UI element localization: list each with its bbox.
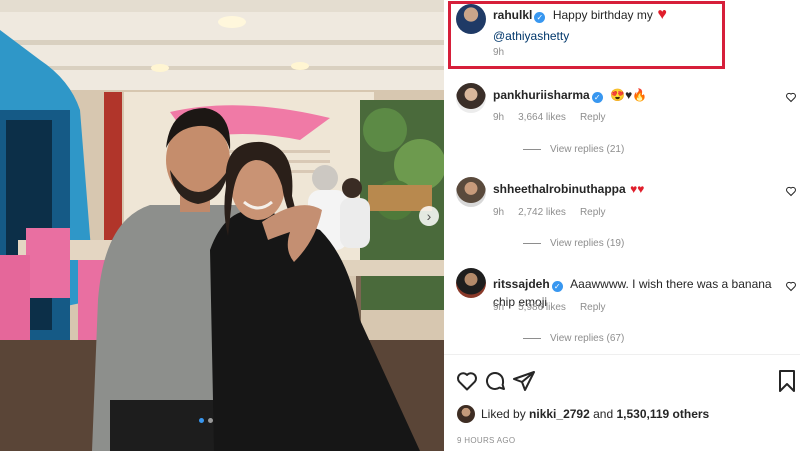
reply-button[interactable]: Reply xyxy=(580,112,606,123)
next-image-button[interactable]: › xyxy=(419,206,439,226)
comment-text: ♥♥ xyxy=(630,182,645,196)
avatar[interactable] xyxy=(457,405,475,423)
comment-likes[interactable]: 2,742 likes xyxy=(518,207,566,218)
verified-badge-icon: ✓ xyxy=(591,92,603,103)
avatar[interactable] xyxy=(456,177,486,207)
reply-button[interactable]: Reply xyxy=(580,207,606,218)
verified-badge-icon: ✓ xyxy=(534,12,546,23)
comment-likes[interactable]: 3,664 likes xyxy=(518,112,566,123)
heart-outline-icon[interactable] xyxy=(785,185,797,197)
mention-link[interactable]: @athiyashetty xyxy=(493,29,569,43)
caption-username[interactable]: rahulkl xyxy=(493,8,532,22)
divider-line xyxy=(523,243,541,244)
carousel-dot-active xyxy=(199,418,204,423)
avatar[interactable] xyxy=(456,268,486,298)
comment-time: 9h xyxy=(493,302,505,313)
chevron-right-icon: › xyxy=(426,208,432,224)
view-replies-label: View replies (21) xyxy=(550,144,625,155)
heart-outline-icon[interactable] xyxy=(455,369,479,393)
divider-line xyxy=(523,149,541,150)
comment-meta: 9h 5,986 likes Reply xyxy=(493,302,606,313)
heart-outline-icon[interactable] xyxy=(785,280,797,292)
comment-meta: 9h 2,742 likes Reply xyxy=(493,207,606,218)
comment-username[interactable]: pankhuriisharma xyxy=(493,88,590,102)
section-divider xyxy=(444,354,800,355)
view-replies-button[interactable]: View replies (21) xyxy=(523,144,624,155)
comment-username[interactable]: ritssajdeh xyxy=(493,277,550,291)
post-photo: › xyxy=(0,0,444,451)
comment-time: 9h xyxy=(493,207,505,218)
comment-likes[interactable]: 5,986 likes xyxy=(518,302,566,313)
comments-panel: rahulkl ✓ Happy birthday my ♥ @athiyashet… xyxy=(444,0,800,451)
heart-emoji: ♥ xyxy=(657,6,667,23)
couple-photo-illustration xyxy=(0,0,444,451)
liked-by-row: Liked by nikki_2792 and 1,530,119 others xyxy=(457,405,709,423)
view-replies-label: View replies (67) xyxy=(550,333,625,344)
comment-text: 😍♥🔥 xyxy=(610,88,648,102)
share-plane-icon[interactable] xyxy=(512,369,536,393)
bookmark-icon[interactable] xyxy=(775,369,799,393)
verified-badge-icon: ✓ xyxy=(551,281,563,292)
caption-text: Happy birthday my xyxy=(552,8,653,22)
post-timestamp: 9 HOURS AGO xyxy=(457,436,516,445)
view-replies-button[interactable]: View replies (19) xyxy=(523,238,624,249)
comment-meta: 9h 3,664 likes Reply xyxy=(493,112,606,123)
liked-by-and: and xyxy=(593,407,614,421)
view-replies-label: View replies (19) xyxy=(550,238,625,249)
caption: rahulkl ✓ Happy birthday my ♥ @athiyashet… xyxy=(493,6,723,45)
liked-by-count[interactable]: 1,530,119 others xyxy=(616,407,709,421)
avatar[interactable] xyxy=(456,4,486,34)
comment-username[interactable]: shheethalrobinuthappa xyxy=(493,182,626,196)
carousel-indicator xyxy=(199,418,213,423)
reply-button[interactable]: Reply xyxy=(580,302,606,313)
avatar[interactable] xyxy=(456,83,486,113)
liked-by-user[interactable]: nikki_2792 xyxy=(529,407,590,421)
divider-line xyxy=(523,338,541,339)
caption-meta: 9h xyxy=(493,47,504,58)
heart-outline-icon[interactable] xyxy=(785,91,797,103)
carousel-dot xyxy=(208,418,213,423)
view-replies-button[interactable]: View replies (67) xyxy=(523,333,624,344)
caption-time: 9h xyxy=(493,47,505,58)
comment-time: 9h xyxy=(493,112,505,123)
liked-by-prefix: Liked by xyxy=(481,407,526,421)
comment-bubble-icon[interactable] xyxy=(483,369,507,393)
